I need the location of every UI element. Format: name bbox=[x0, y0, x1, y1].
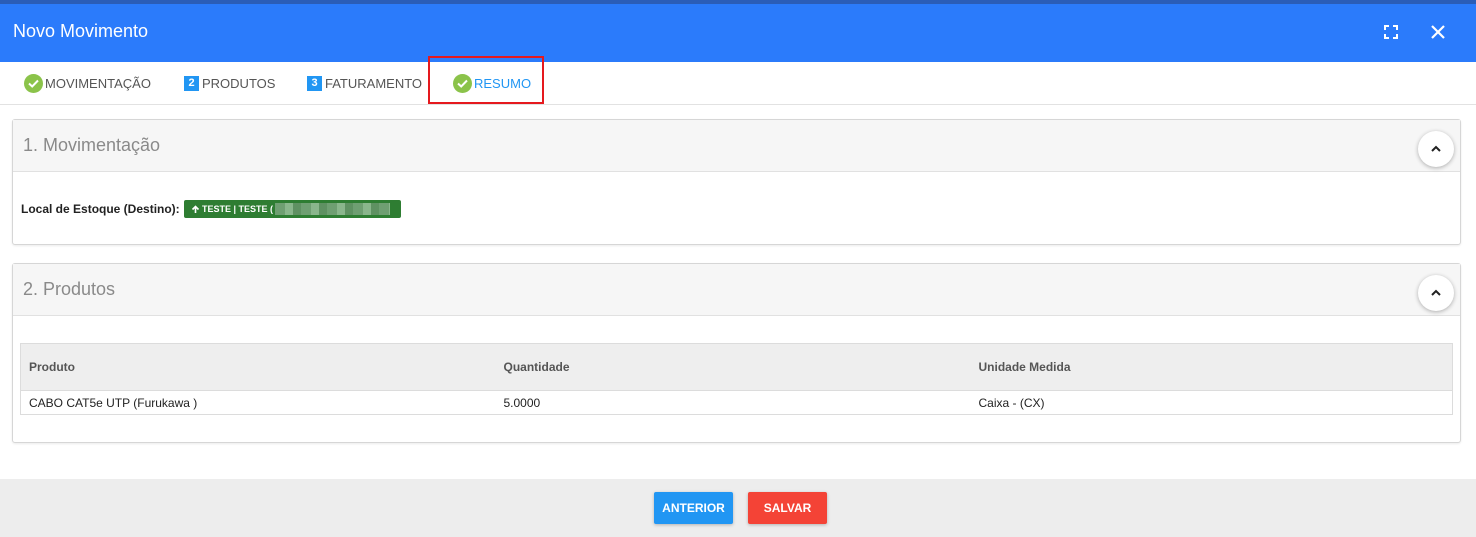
check-circle-icon bbox=[24, 73, 43, 93]
column-header-produto[interactable]: Produto bbox=[20, 343, 496, 391]
chevron-up-icon bbox=[1431, 289, 1441, 296]
active-tab-highlight bbox=[428, 56, 544, 104]
panel-header: 1. Movimentação bbox=[13, 120, 1460, 172]
redacted-text bbox=[275, 203, 391, 215]
window-title: Novo Movimento bbox=[13, 21, 149, 41]
tab-movimentacao[interactable]: MOVIMENTAÇÃO bbox=[24, 62, 151, 104]
panel-body: Local de Estoque (Destino): TESTE | TEST… bbox=[13, 172, 1460, 244]
destination-text: TESTE | TESTE ( bbox=[202, 204, 274, 214]
fullscreen-icon[interactable] bbox=[1380, 21, 1402, 43]
cell-quantidade: 5.0000 bbox=[495, 390, 971, 415]
tab-faturamento[interactable]: 3 FATURAMENTO bbox=[307, 62, 422, 104]
anterior-button[interactable]: ANTERIOR bbox=[654, 492, 733, 524]
collapse-button[interactable] bbox=[1418, 131, 1454, 167]
panel-body: Produto Quantidade Unidade Medida CABO C… bbox=[13, 316, 1460, 442]
panel-title: 1. Movimentação bbox=[23, 135, 161, 155]
table-header-row: Produto Quantidade Unidade Medida bbox=[20, 343, 1453, 391]
cell-produto: CABO CAT5e UTP (Furukawa ) bbox=[20, 390, 496, 415]
table-row[interactable]: CABO CAT5e UTP (Furukawa ) 5.0000 Caixa … bbox=[20, 390, 1453, 415]
column-header-quantidade[interactable]: Quantidade bbox=[495, 343, 971, 391]
destination-badge: TESTE | TESTE ( bbox=[184, 200, 401, 218]
panel-header: 2. Produtos bbox=[13, 264, 1460, 316]
salvar-button[interactable]: SALVAR bbox=[748, 492, 827, 524]
collapse-button[interactable] bbox=[1418, 275, 1454, 311]
column-header-unidade[interactable]: Unidade Medida bbox=[970, 343, 1453, 391]
products-table: Produto Quantidade Unidade Medida CABO C… bbox=[20, 343, 1453, 415]
tab-label: MOVIMENTAÇÃO bbox=[45, 75, 151, 91]
step-number-badge: 3 bbox=[307, 75, 322, 91]
close-icon[interactable] bbox=[1427, 21, 1449, 43]
cell-unidade: Caixa - (CX) bbox=[970, 390, 1453, 415]
window-header: Novo Movimento bbox=[0, 4, 1476, 62]
chevron-up-icon bbox=[1431, 145, 1441, 152]
tab-label: PRODUTOS bbox=[202, 75, 276, 91]
panel-produtos: 2. Produtos Produto Quantidade Unidade M… bbox=[12, 263, 1461, 443]
step-number-badge: 2 bbox=[184, 75, 199, 91]
tab-label: FATURAMENTO bbox=[325, 75, 423, 91]
field-label-local-estoque: Local de Estoque (Destino): bbox=[21, 202, 180, 216]
panel-movimentacao: 1. Movimentação Local de Estoque (Destin… bbox=[12, 119, 1461, 245]
arrow-up-icon bbox=[191, 204, 200, 213]
dialog-footer: ANTERIOR SALVAR bbox=[0, 479, 1476, 537]
panel-title: 2. Produtos bbox=[23, 279, 116, 299]
wizard-tabs: MOVIMENTAÇÃO 2 PRODUTOS 3 FATURAMENTO RE… bbox=[0, 62, 1476, 105]
tab-produtos[interactable]: 2 PRODUTOS bbox=[184, 62, 275, 104]
